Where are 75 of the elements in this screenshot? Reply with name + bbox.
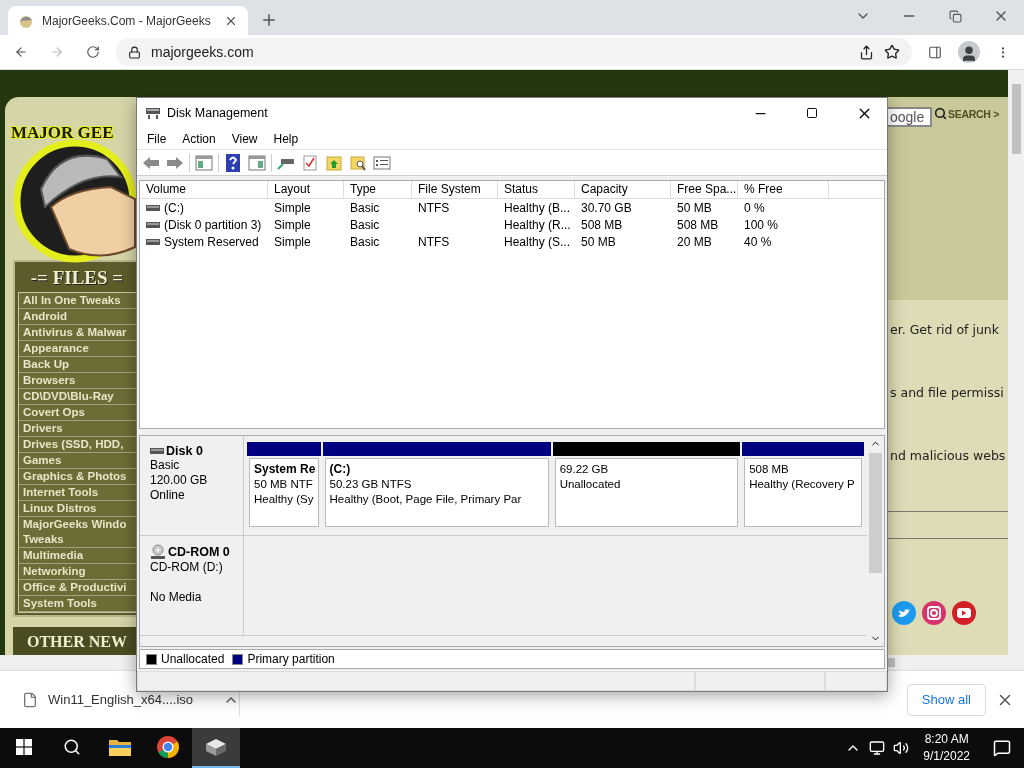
column-header[interactable]: % Free — [738, 181, 829, 198]
partition-name: (C:) — [329, 462, 352, 477]
table-cell: NTFS — [418, 234, 450, 249]
table-cell: 50 MB — [581, 234, 616, 249]
partition-size: 69.22 GB — [559, 462, 610, 477]
tab-title: MajorGeeks.Com - MajorGeeks — [42, 13, 212, 28]
disk-info: No Media — [150, 590, 203, 605]
partition-block[interactable]: (C:) 50.23 GB NTFS Healthy (Boot, Page File, Primary Par — [322, 442, 551, 529]
disk-name: Disk 0 — [166, 444, 203, 458]
table-cell: (Disk 0 partition 3) — [164, 217, 262, 232]
table-cell: 40 % — [744, 234, 772, 249]
column-header[interactable]: Status — [498, 181, 575, 198]
table-cell: 30.70 GB — [581, 200, 632, 215]
menu-item[interactable]: File — [139, 131, 175, 146]
partition-status: Healthy (Recovery P — [749, 477, 856, 492]
column-header[interactable]: File System — [412, 181, 498, 198]
legend-label: Unallocated — [161, 652, 225, 666]
article-text: s and file permissi — [890, 385, 1005, 402]
category-link[interactable]: All In One Tweaks — [19, 292, 136, 309]
table-cell: Healthy (R... — [504, 217, 571, 232]
table-cell: Simple — [274, 217, 311, 232]
partition-size: 50 MB NTF — [254, 477, 314, 492]
column-header[interactable]: Free Spa... — [671, 181, 738, 198]
table-cell: NTFS — [418, 200, 450, 215]
table-cell: Basic — [350, 234, 380, 249]
table-cell: Simple — [274, 200, 311, 215]
download-name[interactable]: Win11_English_x64....iso — [48, 692, 213, 707]
address-bar[interactable]: majorgeeks.com — [116, 38, 912, 66]
column-header[interactable]: Layout — [268, 181, 344, 198]
partition-status: Healthy (Sy — [254, 492, 314, 507]
table-cell: 0 % — [744, 200, 765, 215]
disk-name: CD-ROM 0 — [168, 545, 230, 559]
table-cell: Healthy (S... — [504, 234, 571, 249]
table-cell: (C:) — [164, 200, 184, 215]
disk-info: Online — [150, 488, 186, 503]
browser-tab[interactable]: MajorGeeks.Com - MajorGeeks — [8, 6, 248, 35]
disk-info: 120.00 GB — [150, 473, 209, 488]
table-cell: Basic — [350, 217, 380, 232]
table-cell: Healthy (B... — [504, 200, 571, 215]
category-link[interactable]: MajorGeeks Windo Tweaks — [19, 516, 136, 548]
legend-label: Primary partition — [247, 652, 335, 666]
table-cell: 508 MB — [677, 217, 719, 232]
partition-block[interactable]: System Re 50 MB NTF Healthy (Sy — [247, 442, 321, 529]
column-header[interactable]: Type — [344, 181, 412, 198]
partition-name: System Re — [254, 462, 314, 477]
table-cell: 100 % — [744, 217, 779, 232]
disk-info: CD-ROM (D:) — [150, 560, 224, 575]
partition-block[interactable]: 69.22 GB Unallocated — [552, 442, 741, 529]
partition-size: 50.23 GB NTFS — [329, 477, 413, 492]
menu-item[interactable]: Action — [174, 131, 224, 146]
clock[interactable]: 8:20 AM 9/1/2022 — [913, 728, 980, 768]
search-field[interactable]: oogle — [888, 107, 932, 127]
table-cell: Basic — [350, 200, 380, 215]
search-button[interactable]: SEARCH > — [934, 107, 999, 120]
partition-block[interactable]: 508 MB Healthy (Recovery P — [742, 442, 864, 529]
show-all-button[interactable]: Show all — [906, 683, 986, 716]
table-cell: 50 MB — [677, 200, 712, 215]
column-header[interactable]: Volume — [140, 181, 268, 198]
column-header[interactable]: Capacity — [575, 181, 671, 198]
partition-size: 508 MB — [749, 462, 790, 477]
table-cell: 508 MB — [581, 217, 623, 232]
window-title: Disk Management — [167, 106, 269, 120]
article-text: nd malicious webs — [890, 448, 1007, 465]
table-cell: 20 MB — [677, 234, 712, 249]
article-text: er. Get rid of junk — [890, 322, 1000, 339]
partition-status: Healthy (Boot, Page File, Primary Par — [329, 492, 523, 507]
partition-status: Unallocated — [559, 477, 622, 492]
files-heading: -= FILES = — [29, 265, 125, 290]
logo-text: MAJOR GEE — [11, 123, 114, 143]
menu-item[interactable]: View — [223, 131, 266, 146]
menu-item[interactable]: Help — [265, 131, 307, 146]
table-cell: System Reserved — [164, 234, 259, 249]
disk-info: Basic — [150, 458, 181, 473]
other-news-heading: OTHER NEW — [27, 632, 127, 650]
table-cell: Simple — [274, 234, 311, 249]
